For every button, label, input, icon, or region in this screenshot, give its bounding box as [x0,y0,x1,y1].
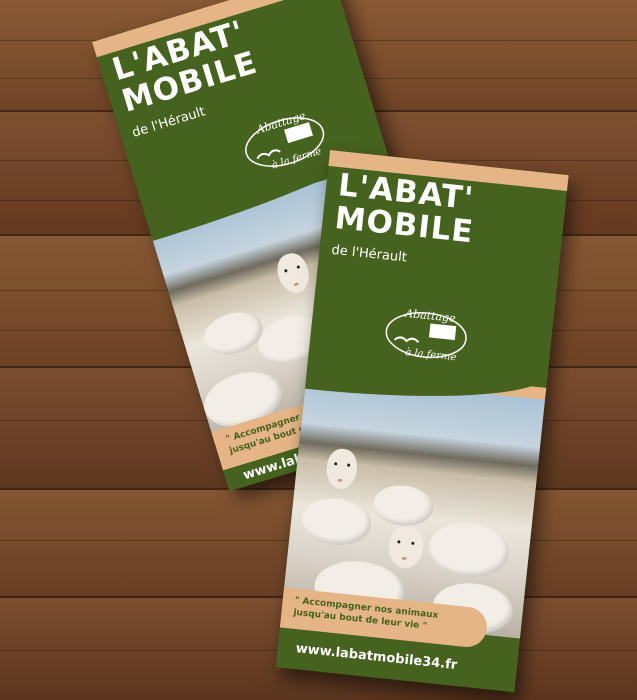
logo-animals [256,149,281,160]
sheep-eye [283,268,288,273]
sheep-face [273,249,314,297]
logo-text-top: Abattage [404,307,457,325]
sheep-nose [337,478,343,483]
wooden-table-background: L'ABAT' MOBILE de l'Hérault Abattage à l… [0,0,637,700]
sheep-body [198,305,268,362]
logo-animals [393,336,420,343]
brochure-subtitle: de l'Hérault [330,242,408,266]
sheep-nose [293,282,300,287]
sheep-eye [397,540,401,544]
sheep-face [324,447,359,491]
logo-truck [428,323,457,341]
sheep-eye [296,265,301,269]
sheep-face [386,524,426,570]
sheep-body [371,482,436,529]
sheep-body [298,495,374,549]
sheep-body [426,518,512,581]
sheep-eye [347,463,351,467]
brochure-title: L'ABAT' MOBILE [333,167,478,250]
sheep-nose [401,556,407,561]
sheep-eye [411,541,415,545]
website-url: www.labatmobile34.fr [294,641,458,674]
sheep-eye [334,462,338,466]
